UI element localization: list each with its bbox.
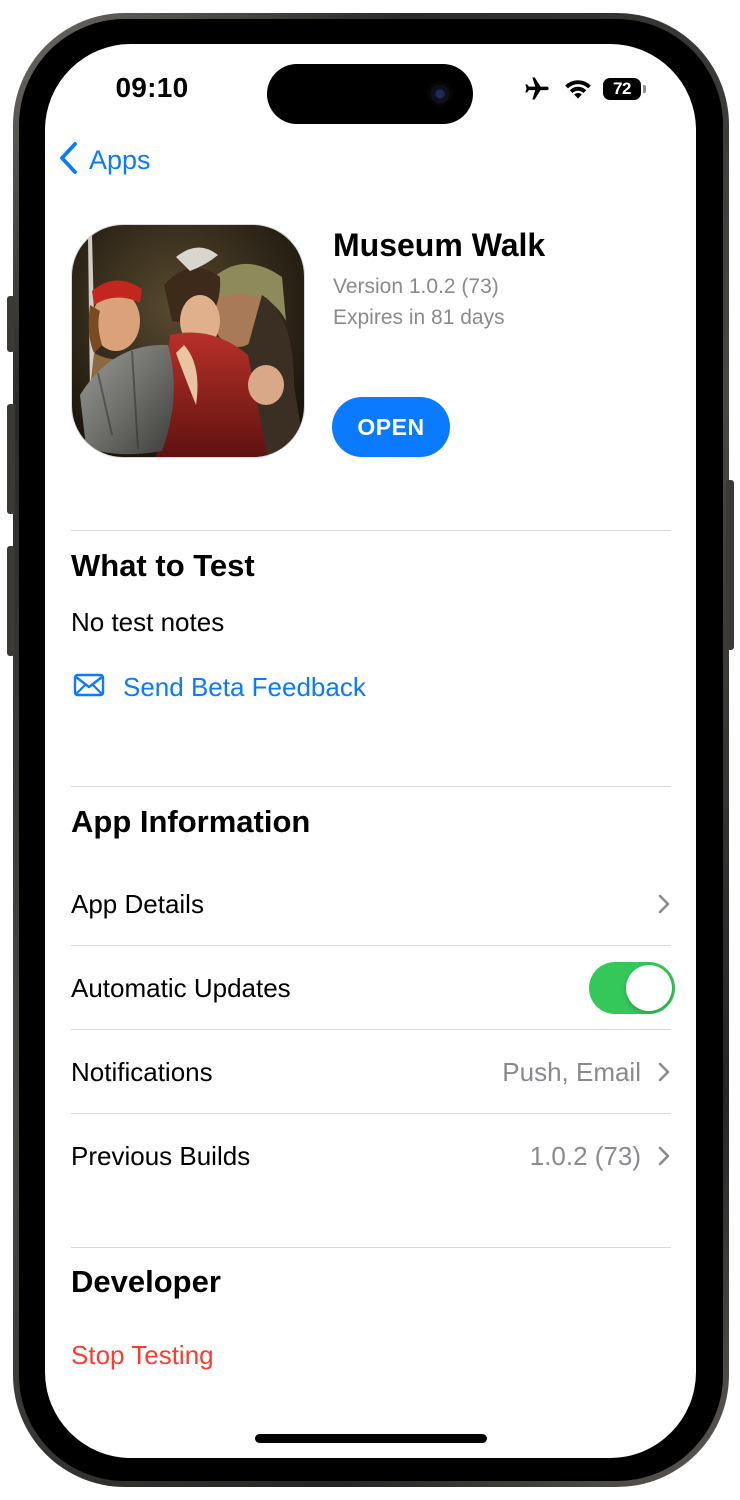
dynamic-island	[267, 64, 473, 124]
painting-thumbnail	[72, 225, 304, 457]
app-version: Version 1.0.2 (73)	[333, 275, 499, 298]
row-value: Push, Email	[502, 1056, 641, 1087]
battery-icon: 72	[603, 78, 646, 100]
envelope-icon	[73, 673, 105, 702]
row-automatic-updates: Automatic Updates	[71, 946, 675, 1030]
row-value: 1.0.2 (73)	[529, 1140, 641, 1171]
app-name: Museum Walk	[333, 227, 546, 263]
volume-up-button	[7, 404, 15, 514]
wifi-icon	[563, 77, 593, 101]
volume-down-button	[7, 546, 15, 656]
open-button[interactable]: OPEN	[332, 397, 450, 457]
chevron-right-icon	[657, 893, 671, 915]
row-notifications[interactable]: Notifications Push, Email	[71, 1030, 671, 1114]
back-label: Apps	[89, 144, 151, 175]
section-divider	[71, 786, 671, 787]
row-app-details[interactable]: App Details	[71, 862, 671, 946]
home-indicator[interactable]	[255, 1434, 487, 1443]
feedback-label: Send Beta Feedback	[123, 672, 366, 702]
stop-testing-button[interactable]: Stop Testing	[71, 1340, 214, 1371]
power-button	[726, 480, 734, 650]
row-label: Previous Builds	[71, 1141, 251, 1171]
screen: 09:10 72 Apps Museum Walk Version 1.0.2 …	[45, 44, 696, 1458]
section-divider	[71, 1247, 671, 1248]
row-label: Notifications	[71, 1057, 213, 1087]
front-camera	[427, 81, 453, 107]
status-time: 09:10	[115, 72, 189, 103]
app-information-title: App Information	[71, 804, 311, 839]
automatic-updates-toggle[interactable]	[589, 962, 675, 1014]
action-button	[7, 296, 15, 352]
row-previous-builds[interactable]: Previous Builds 1.0.2 (73)	[71, 1114, 671, 1198]
app-expires: Expires in 81 days	[333, 306, 505, 329]
what-to-test-title: What to Test	[71, 548, 255, 583]
row-label: Automatic Updates	[71, 973, 291, 1003]
app-icon	[71, 224, 305, 458]
section-divider	[71, 530, 671, 531]
battery-level: 72	[613, 79, 631, 98]
row-label: App Details	[71, 889, 204, 919]
chevron-right-icon	[657, 1061, 671, 1083]
back-button[interactable]: Apps	[59, 140, 151, 180]
send-beta-feedback-link[interactable]: Send Beta Feedback	[73, 672, 366, 703]
airplane-icon	[523, 75, 551, 103]
chevron-left-icon	[59, 141, 79, 180]
chevron-right-icon	[657, 1145, 671, 1167]
status-icons: 72	[523, 74, 646, 104]
toggle-knob	[626, 965, 672, 1011]
test-notes: No test notes	[71, 607, 225, 637]
developer-title: Developer	[71, 1264, 221, 1299]
